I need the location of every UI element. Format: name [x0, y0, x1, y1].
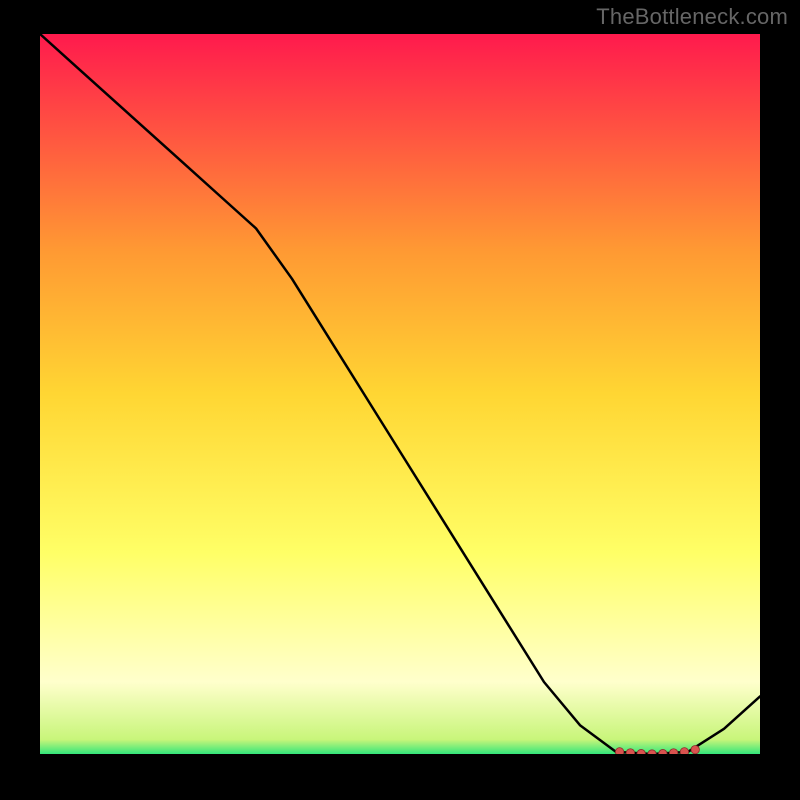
gradient-background: [40, 34, 760, 754]
trough-marker: [637, 749, 645, 754]
trough-marker: [626, 749, 634, 754]
chart-svg: [40, 34, 760, 754]
trough-marker: [680, 748, 688, 754]
trough-marker: [691, 745, 699, 753]
trough-marker: [615, 748, 623, 754]
chart-frame: TheBottleneck.com: [0, 0, 800, 800]
trough-marker: [659, 749, 667, 754]
watermark-text: TheBottleneck.com: [596, 4, 788, 30]
plot-area: [40, 34, 760, 754]
trough-marker: [669, 749, 677, 754]
